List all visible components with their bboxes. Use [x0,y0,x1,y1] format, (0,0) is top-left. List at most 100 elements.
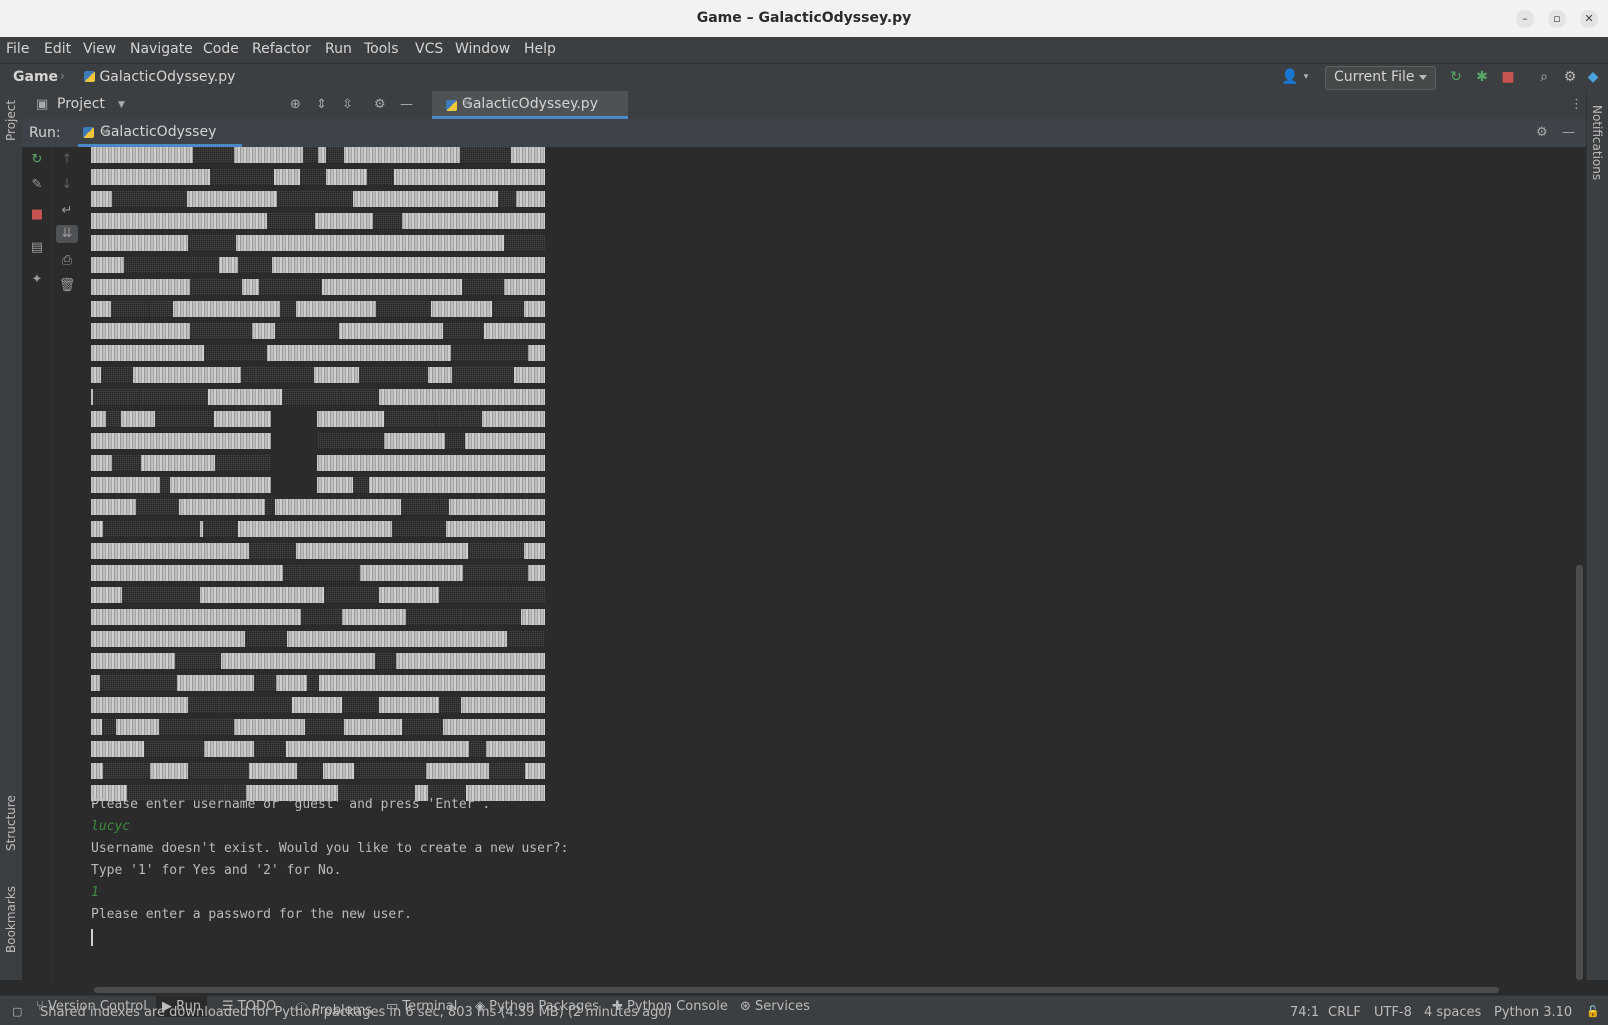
ascii-art-row [91,257,545,273]
ascii-art-row [91,235,545,251]
ascii-art-gap [271,433,317,449]
ascii-art-shade [375,653,396,669]
chevron-down-icon[interactable]: ▾ [1297,68,1315,86]
breadcrumb-project[interactable]: Game [13,69,58,85]
ascii-art-shade [245,631,287,647]
status-message[interactable]: Shared indexes are downloaded for Python… [40,1005,671,1020]
menu-edit[interactable]: Edit [44,41,71,57]
file-encoding[interactable]: UTF-8 [1374,1005,1412,1020]
close-window-button[interactable]: ✕ [1580,10,1598,28]
line-ending[interactable]: CRLF [1328,1005,1361,1020]
ascii-art-shade [106,411,121,427]
caret-position[interactable]: 74:1 [1290,1005,1319,1020]
scroll-to-end-icon[interactable]: ⇊ [56,225,78,243]
locate-file-icon[interactable]: ⊕ [290,97,301,112]
ascii-art-row [91,653,545,669]
maximize-button[interactable]: ▫ [1548,10,1566,28]
soft-wrap-icon[interactable]: ↵ [58,202,76,220]
menu-help[interactable]: Help [524,41,556,57]
ascii-art-shade [238,257,272,273]
down-arrow-icon[interactable]: ↓ [58,176,76,194]
ascii-art-shade [190,279,242,295]
hide-run-panel-icon[interactable]: — [1562,125,1575,140]
lock-icon[interactable]: 🔓 [1586,1005,1600,1018]
ascii-art-shade [188,235,236,251]
layout-icon[interactable]: ▤ [28,239,46,257]
breadcrumb-file-label: GalacticOdyssey.py [99,69,236,85]
menu-navigate[interactable]: Navigate [130,41,193,57]
menu-code[interactable]: Code [203,41,239,57]
menu-vcs[interactable]: VCS [415,41,443,57]
bottom-tab-services[interactable]: ⊛ Services [740,999,810,1014]
ascii-art-shade [300,169,326,185]
ascii-art-shade [439,411,460,427]
close-run-tab-icon[interactable]: ✕ [100,125,234,139]
structure-tool-window-button[interactable]: Structure [4,795,18,851]
ascii-art-row [91,191,545,207]
notifications-tool-window-button[interactable]: Notifications [1590,105,1604,180]
project-panel-title[interactable]: Project [57,96,105,112]
python-interpreter[interactable]: Python 3.10 [1494,1005,1572,1020]
menu-refactor[interactable]: Refactor [252,41,311,57]
run-tab[interactable]: GalacticOdyssey ✕ [78,119,242,147]
ascii-art-shade [305,719,338,735]
rerun-icon[interactable]: ↻ [28,151,46,169]
ascii-art-shade [373,169,394,185]
ascii-art-shade [193,147,234,163]
settings-gear-icon[interactable]: ⚙ [1561,68,1579,86]
ascii-art-row [91,433,545,449]
debug-icon[interactable]: ✱ [1473,68,1491,86]
close-tab-icon[interactable]: ✕ [462,96,620,110]
ascii-art-shade [401,499,434,515]
breadcrumb-file[interactable]: GalacticOdyssey.py [84,69,235,85]
editor-tab[interactable]: GalacticOdyssey.py ✕ [432,91,628,119]
stop-icon[interactable]: ■ [28,206,46,224]
menu-run[interactable]: Run [325,41,352,57]
ascii-art-shade [300,565,359,581]
ascii-art-shade [112,455,141,471]
ascii-art-shade [155,411,214,427]
hide-panel-icon[interactable]: — [400,97,413,112]
chevron-down-icon[interactable]: ▼ [118,100,125,110]
ascii-art-shade [280,301,296,317]
ascii-art-shade [100,675,177,691]
collapse-all-icon[interactable]: ⇳ [342,97,353,112]
trash-icon[interactable]: 🗑 [58,277,76,295]
pin-icon[interactable]: ✦ [28,271,46,289]
up-arrow-icon[interactable]: ↑ [58,151,76,169]
indent-setting[interactable]: 4 spaces [1424,1005,1481,1020]
ascii-art-shade [469,741,486,757]
console-actions-gutter: ↑ ↓ ↵ ⇊ ⎙ 🗑 [53,147,81,980]
search-icon[interactable]: ⌕ [1535,68,1553,86]
more-options-icon[interactable]: ⋮ [1570,97,1583,112]
panel-settings-gear-icon[interactable]: ⚙ [374,97,386,112]
minimize-button[interactable]: – [1516,10,1534,28]
ascii-art-shade [265,499,275,515]
print-icon[interactable]: ⎙ [58,252,76,270]
bookmarks-tool-window-button[interactable]: Bookmarks [4,886,18,953]
ascii-art-shade [175,653,221,669]
menu-tools[interactable]: Tools [364,41,399,57]
jetbrains-logo-icon[interactable]: ◆ [1584,68,1602,86]
menu-window[interactable]: Window [455,41,510,57]
rerun-icon[interactable]: ↻ [1447,68,1465,86]
run-config-select[interactable]: Current File [1325,66,1436,90]
run-settings-gear-icon[interactable]: ⚙ [1536,125,1548,140]
ascii-art-shade [143,389,208,405]
python-file-icon [446,100,457,111]
stop-icon[interactable]: ■ [1499,68,1517,86]
ascii-art-row [91,741,545,757]
ascii-art-shade [451,345,528,361]
run-console[interactable]: Please enter username or 'guest' and pre… [81,147,1586,980]
menu-view[interactable]: View [83,41,116,57]
ascii-art-shade [196,719,234,735]
console-output-line: Type '1' for Yes and '2' for No. [91,863,342,878]
vertical-scrollbar[interactable] [1576,565,1583,980]
menu-file[interactable]: File [6,41,29,57]
expand-all-icon[interactable]: ⇕ [316,97,327,112]
status-toggle-icon[interactable]: ▢ [12,1005,22,1018]
horizontal-scrollbar[interactable] [94,987,1499,993]
modify-run-config-icon[interactable]: ✎ [28,176,46,194]
project-tool-window-button[interactable]: Project [4,100,18,141]
navigation-bar: Game › GalacticOdyssey.py 👤 ▾ Current Fi… [0,63,1608,92]
